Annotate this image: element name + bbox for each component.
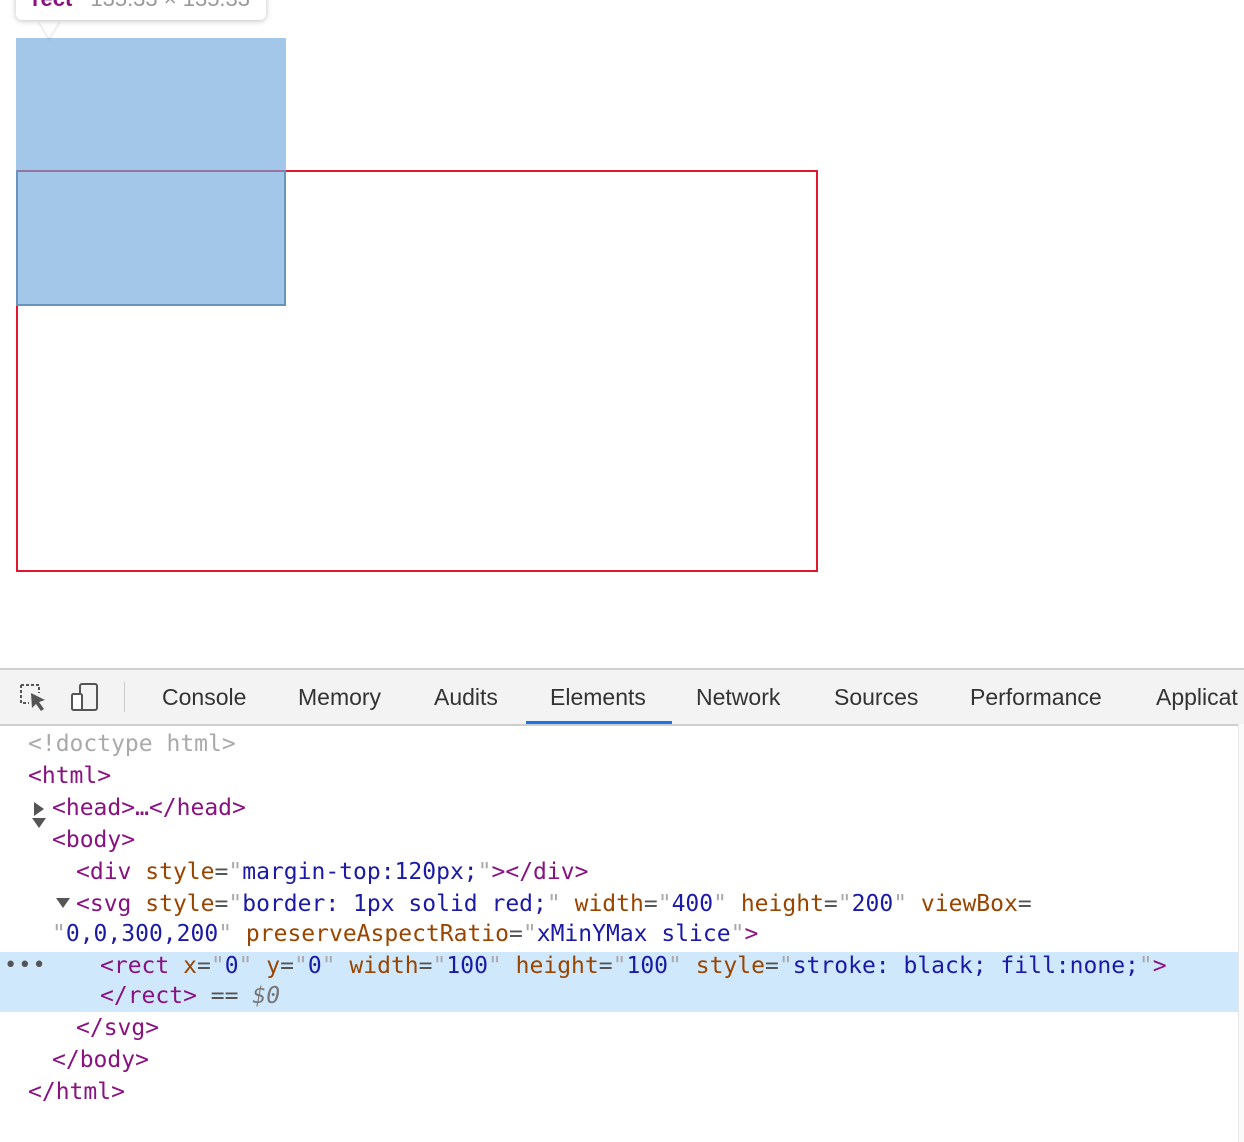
device-toolbar-icon[interactable]: [70, 682, 100, 712]
dom-html-open[interactable]: <html>: [28, 760, 111, 792]
dom-doctype[interactable]: <!doctype html>: [28, 728, 236, 760]
rect-height-value: 100: [626, 953, 669, 979]
dom-rect-node[interactable]: <rect x="0" y="0" width="100" height="10…: [100, 950, 1167, 982]
svg-tag: svg: [89, 891, 132, 917]
tab-memory[interactable]: Memory: [298, 670, 381, 724]
dom-html-close[interactable]: </html>: [28, 1076, 125, 1108]
inspect-highlight-overlay: [16, 38, 286, 306]
dom-svg-close[interactable]: </svg>: [76, 1012, 159, 1044]
rect-width-value: 100: [446, 953, 488, 979]
collapse-arrow-icon[interactable]: [56, 898, 70, 908]
tab-elements[interactable]: Elements: [550, 670, 646, 724]
tooltip-tag: rect: [32, 0, 72, 11]
tab-console[interactable]: Console: [162, 670, 246, 724]
page-viewport: rect 135.33 × 135.33: [0, 0, 1244, 668]
expand-arrow-icon[interactable]: [34, 802, 44, 816]
svg-width-value: 400: [671, 891, 714, 917]
tab-performance[interactable]: Performance: [970, 670, 1102, 724]
rect-y-value: 0: [307, 953, 322, 979]
toolbar-separator: [124, 682, 125, 712]
elements-tree: ••• <!doctype html> <html> <head>…</head…: [0, 724, 1244, 1142]
tooltip-dimensions: 135.33 × 135.33: [90, 0, 250, 11]
selected-node-marker: $0: [252, 983, 281, 1009]
rect-x-value: 0: [224, 953, 239, 979]
tab-audits[interactable]: Audits: [434, 670, 498, 724]
dom-div-node[interactable]: <div style="margin-top:120px;"></div>: [76, 856, 588, 888]
devtools-toolbar: Console Memory Audits Elements Network S…: [0, 668, 1244, 726]
svg-style-value: border: 1px solid red;: [242, 891, 547, 917]
dom-body-open[interactable]: <body>: [52, 824, 135, 856]
tab-sources[interactable]: Sources: [834, 670, 918, 724]
dom-body-close[interactable]: </body>: [52, 1044, 149, 1076]
div-attr-name: style: [145, 859, 215, 885]
rect-style-value: stroke: black; fill:none;: [792, 953, 1139, 979]
tab-application[interactable]: Applicat: [1156, 670, 1238, 724]
dom-svg-node-cont[interactable]: "0,0,300,200" preserveAspectRatio="xMinY…: [52, 918, 758, 950]
svg-par-value: xMinYMax slice: [536, 921, 731, 947]
dom-rect-close[interactable]: </rect> == $0: [100, 980, 280, 1012]
svg-height-value: 200: [851, 891, 894, 917]
rect-tag: rect: [113, 953, 170, 979]
dom-head[interactable]: <head>…</head>: [52, 792, 246, 824]
devtools-panel: Console Memory Audits Elements Network S…: [0, 668, 1244, 1142]
inspect-element-icon[interactable]: [18, 682, 48, 712]
div-tag: div: [89, 859, 132, 885]
element-tooltip: rect 135.33 × 135.33: [16, 0, 267, 20]
collapse-arrow-icon[interactable]: [32, 818, 46, 828]
dom-svg-node[interactable]: <svg style="border: 1px solid red;" widt…: [76, 888, 1032, 920]
tooltip-arrow: [38, 20, 60, 38]
tab-network[interactable]: Network: [696, 670, 780, 724]
node-actions-ellipsis[interactable]: •••: [4, 955, 47, 977]
elements-scrollbar[interactable]: [1238, 724, 1244, 1142]
svg-viewbox-value: 0,0,300,200: [65, 921, 219, 947]
div-attr-value: margin-top:120px;: [242, 859, 478, 885]
